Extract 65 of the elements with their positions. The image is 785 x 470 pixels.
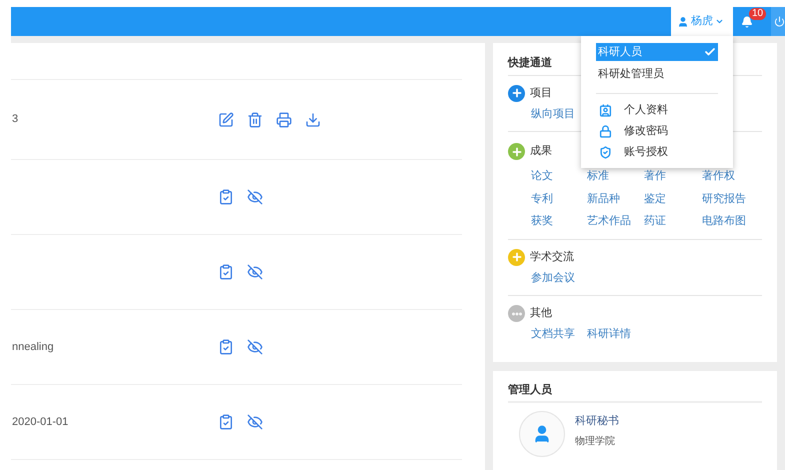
quick-link[interactable]: 电路布图 <box>702 213 762 230</box>
clipboard-check-icon <box>218 264 234 280</box>
quick-link[interactable]: 科研详情 <box>587 326 644 342</box>
menu-item[interactable]: 个人资料 <box>596 100 718 121</box>
quick-link[interactable]: 文档共享 <box>531 326 587 342</box>
menu-item[interactable]: 账号授权 <box>596 142 718 163</box>
clipboard-check-button[interactable] <box>217 263 235 281</box>
id-card-icon <box>599 104 612 117</box>
menu-item[interactable]: 修改密码 <box>596 121 718 142</box>
row-text: 2020-01-01 <box>12 416 68 428</box>
clipboard-check-icon <box>218 189 234 205</box>
section-title: 成果 <box>530 144 552 160</box>
eye-off-icon <box>247 189 263 205</box>
section-title: 项目 <box>530 86 552 101</box>
printer-button[interactable] <box>275 110 293 128</box>
eye-off-icon <box>247 264 263 280</box>
lock-icon <box>599 125 612 138</box>
user-icon <box>677 16 689 28</box>
quick-link[interactable]: 标准 <box>587 168 644 184</box>
bell-icon <box>741 16 753 28</box>
quick-link[interactable]: 著作 <box>644 168 702 184</box>
clipboard-check-icon <box>218 339 234 355</box>
clipboard-check-button[interactable] <box>217 188 235 206</box>
section-title: 其他 <box>530 306 552 322</box>
clipboard-check-icon <box>218 414 234 430</box>
row-text: 3 <box>12 113 18 126</box>
notification-button[interactable]: 10 <box>733 7 771 36</box>
quick-link[interactable]: 研究报告 <box>702 190 762 207</box>
quick-link[interactable]: 鉴定 <box>644 190 702 207</box>
download-icon <box>305 112 321 128</box>
quick-link[interactable]: 药证 <box>644 213 702 230</box>
quick-link[interactable]: 论文 <box>531 168 587 184</box>
eye-off-icon <box>247 414 263 430</box>
eye-off-button[interactable] <box>246 188 264 206</box>
card-title: 管理人员 <box>508 382 762 403</box>
power-icon <box>774 16 785 27</box>
eye-off-button[interactable] <box>246 263 264 281</box>
clipboard-check-button[interactable] <box>217 413 235 431</box>
power-button[interactable] <box>771 7 785 36</box>
clipboard-check-button[interactable] <box>217 338 235 356</box>
admin-unit: 物理学院 <box>575 434 616 448</box>
quick-link[interactable]: 专利 <box>531 190 587 207</box>
admin-name: 科研秘书 <box>575 414 619 429</box>
trash-button[interactable] <box>246 110 264 128</box>
trash-icon <box>247 112 263 128</box>
quick-link[interactable]: 艺术作品 <box>587 213 644 230</box>
quick-link[interactable]: 新品种 <box>587 190 644 207</box>
printer-icon <box>276 112 292 128</box>
user-menu-button[interactable]: 杨虎 <box>671 7 733 36</box>
quick-link[interactable]: 参加会议 <box>531 270 587 286</box>
role-option[interactable]: 科研人员 <box>596 43 718 61</box>
edit-button[interactable] <box>217 110 235 128</box>
eye-off-icon <box>247 339 263 355</box>
shield-icon <box>599 146 612 159</box>
download-button[interactable] <box>304 110 322 128</box>
edit-icon <box>218 112 234 128</box>
section-title: 学术交流 <box>530 250 574 265</box>
caret-icon <box>715 17 724 26</box>
quick-link[interactable]: 著作权 <box>702 168 762 184</box>
row-text: nnealing <box>12 340 54 353</box>
eye-off-button[interactable] <box>246 338 264 356</box>
eye-off-button[interactable] <box>246 413 264 431</box>
quick-link[interactable]: 获奖 <box>531 213 587 230</box>
check-icon <box>704 46 716 58</box>
notification-badge: 10 <box>749 8 766 20</box>
